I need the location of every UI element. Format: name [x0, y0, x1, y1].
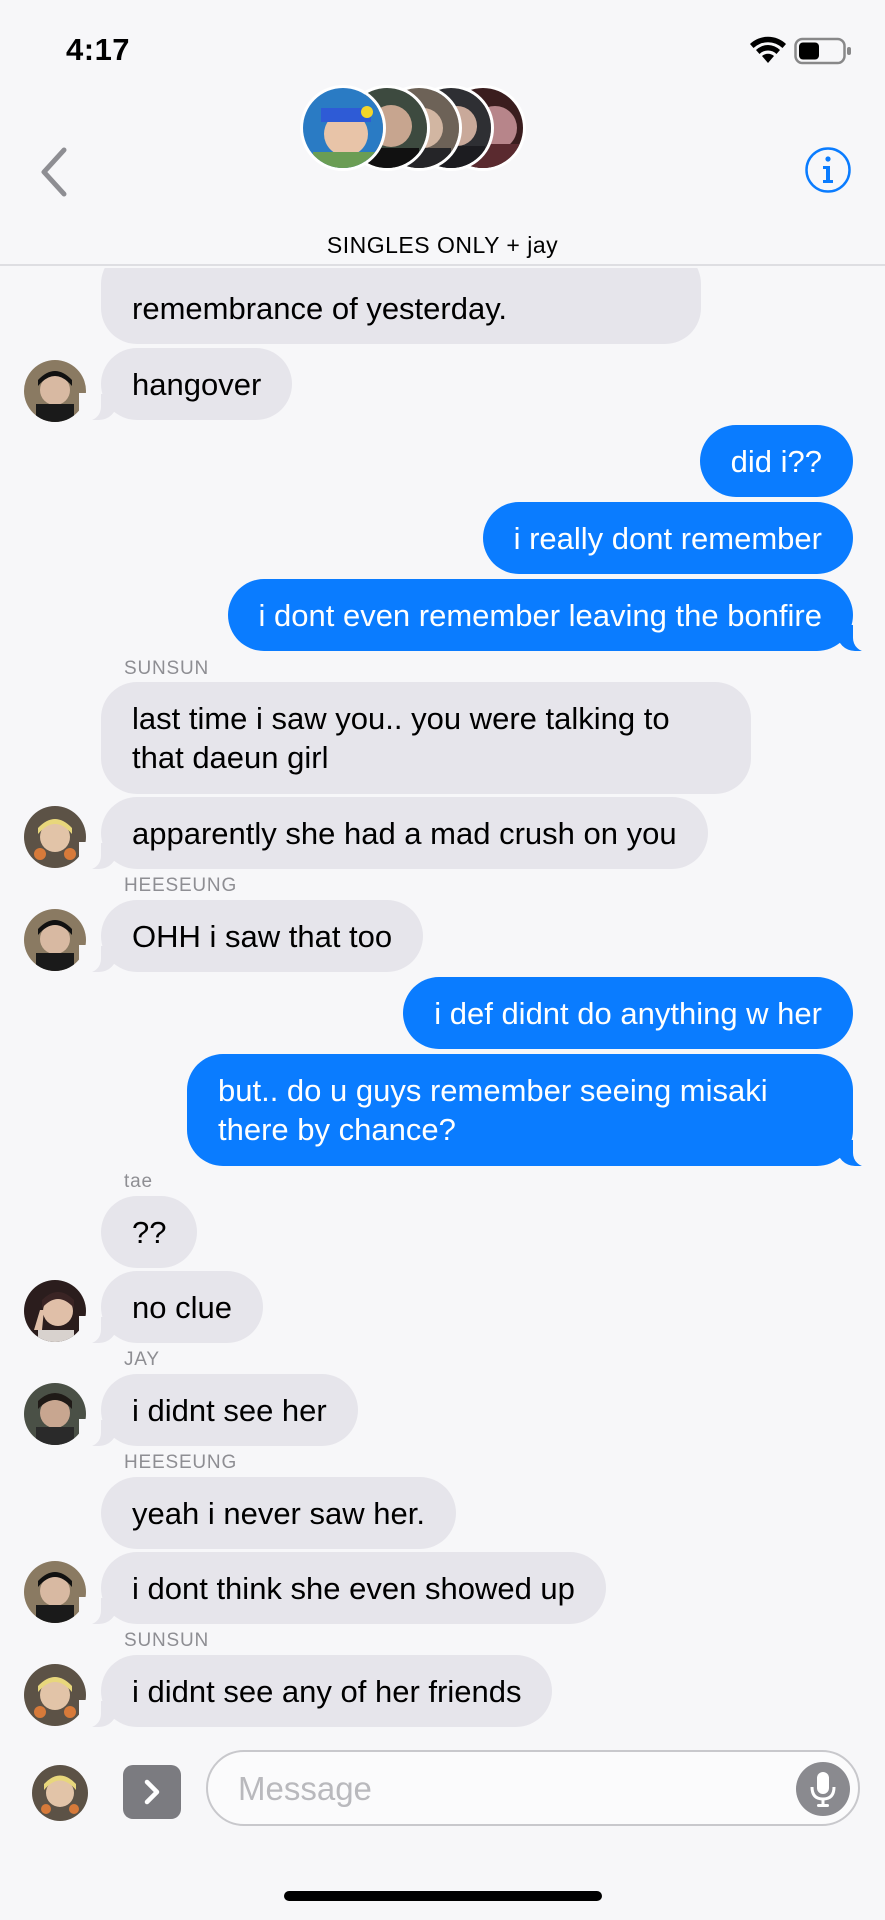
message-bubble-outgoing[interactable]: but.. do u guys remember seeing misaki t… — [187, 1054, 875, 1167]
microphone-icon — [810, 1772, 836, 1807]
avatar[interactable] — [32, 1765, 88, 1821]
info-icon[interactable] — [804, 146, 852, 194]
message-text: i def didnt do anything w her — [434, 995, 822, 1031]
message-thread[interactable]: remembrance of yesterday. hangover did i… — [0, 268, 885, 1734]
message-text: did i?? — [730, 443, 822, 479]
back-button[interactable] — [36, 142, 76, 202]
message-text: no clue — [132, 1289, 232, 1325]
status-bar: 4:17 — [0, 0, 885, 90]
sender-name: JAY — [124, 1349, 160, 1370]
sender-name: tae — [124, 1171, 153, 1192]
sender-name: HEESEUNG — [124, 875, 238, 896]
message-bubble-incoming[interactable]: ?? — [101, 1196, 198, 1268]
message-text: i dont even remember leaving the bonfire — [258, 597, 823, 633]
status-time: 4:17 — [66, 32, 131, 67]
message-placeholder: Message — [238, 1770, 372, 1807]
message-text: last time i saw you.. you were talking t… — [132, 701, 670, 775]
message-bubble-incoming[interactable]: apparently she had a mad crush on you — [79, 797, 708, 870]
message-bubble-outgoing[interactable]: i dont even remember leaving the bonfire — [227, 579, 875, 652]
avatar[interactable] — [24, 1664, 86, 1726]
conversation-title[interactable]: SINGLES ONLY + jay — [0, 232, 885, 259]
wifi-icon — [750, 36, 786, 63]
sender-name: SUNSUN — [124, 1630, 210, 1651]
avatar[interactable] — [24, 909, 86, 971]
message-text: i really dont remember — [513, 520, 822, 556]
compose-bar: Message — [0, 1740, 885, 1840]
message-bubble-outgoing[interactable]: did i?? — [699, 425, 853, 497]
message-text: yeah i never saw her. — [132, 1495, 425, 1531]
group-avatar — [300, 85, 386, 171]
chevron-right-icon — [144, 1779, 160, 1805]
conversation-header: SINGLES ONLY + jay — [0, 80, 885, 266]
sender-name: HEESEUNG — [124, 1452, 238, 1473]
microphone-button[interactable] — [796, 1762, 850, 1816]
battery-icon — [794, 37, 851, 65]
message-bubble-incoming[interactable]: i dont think she even showed up — [79, 1552, 606, 1625]
message-bubble-incoming[interactable]: OHH i saw that too — [78, 900, 424, 973]
avatar[interactable] — [24, 1561, 86, 1623]
message-text: i dont think she even showed up — [132, 1570, 575, 1606]
message-text: apparently she had a mad crush on you — [132, 815, 677, 851]
home-indicator[interactable] — [284, 1891, 602, 1901]
message-bubble-incoming[interactable]: i didnt see her — [79, 1374, 358, 1447]
avatar[interactable] — [24, 806, 86, 868]
message-text: ?? — [132, 1214, 167, 1250]
message-bubble-outgoing[interactable]: i really dont remember — [482, 502, 853, 574]
message-bubble-incoming[interactable]: yeah i never saw her. — [101, 1477, 456, 1549]
message-bubble-incoming[interactable]: i didnt see any of her friends — [78, 1655, 553, 1728]
avatar[interactable] — [24, 1383, 86, 1445]
apps-button[interactable] — [123, 1765, 181, 1819]
message-text: hangover — [132, 366, 262, 402]
message-text: but.. do u guys remember seeing misaki t… — [218, 1073, 768, 1147]
sender-name: SUNSUN — [124, 658, 210, 679]
message-bubble-outgoing[interactable]: i def didnt do anything w her — [403, 977, 853, 1049]
avatar[interactable] — [24, 360, 86, 422]
message-text: i didnt see her — [132, 1392, 327, 1428]
message-bubble-incoming[interactable]: hangover — [78, 348, 293, 421]
avatar[interactable] — [24, 1280, 86, 1342]
message-bubble-incoming[interactable]: remembrance of yesterday. — [101, 268, 701, 344]
message-text: i didnt see any of her friends — [132, 1673, 522, 1709]
message-bubble-incoming[interactable]: no clue — [79, 1271, 263, 1344]
message-text: remembrance of yesterday. — [132, 291, 508, 326]
group-avatar-stack[interactable] — [300, 85, 530, 177]
message-text: OHH i saw that too — [132, 918, 393, 954]
message-input[interactable]: Message — [206, 1750, 860, 1826]
message-bubble-incoming[interactable]: last time i saw you.. you were talking t… — [101, 682, 751, 794]
